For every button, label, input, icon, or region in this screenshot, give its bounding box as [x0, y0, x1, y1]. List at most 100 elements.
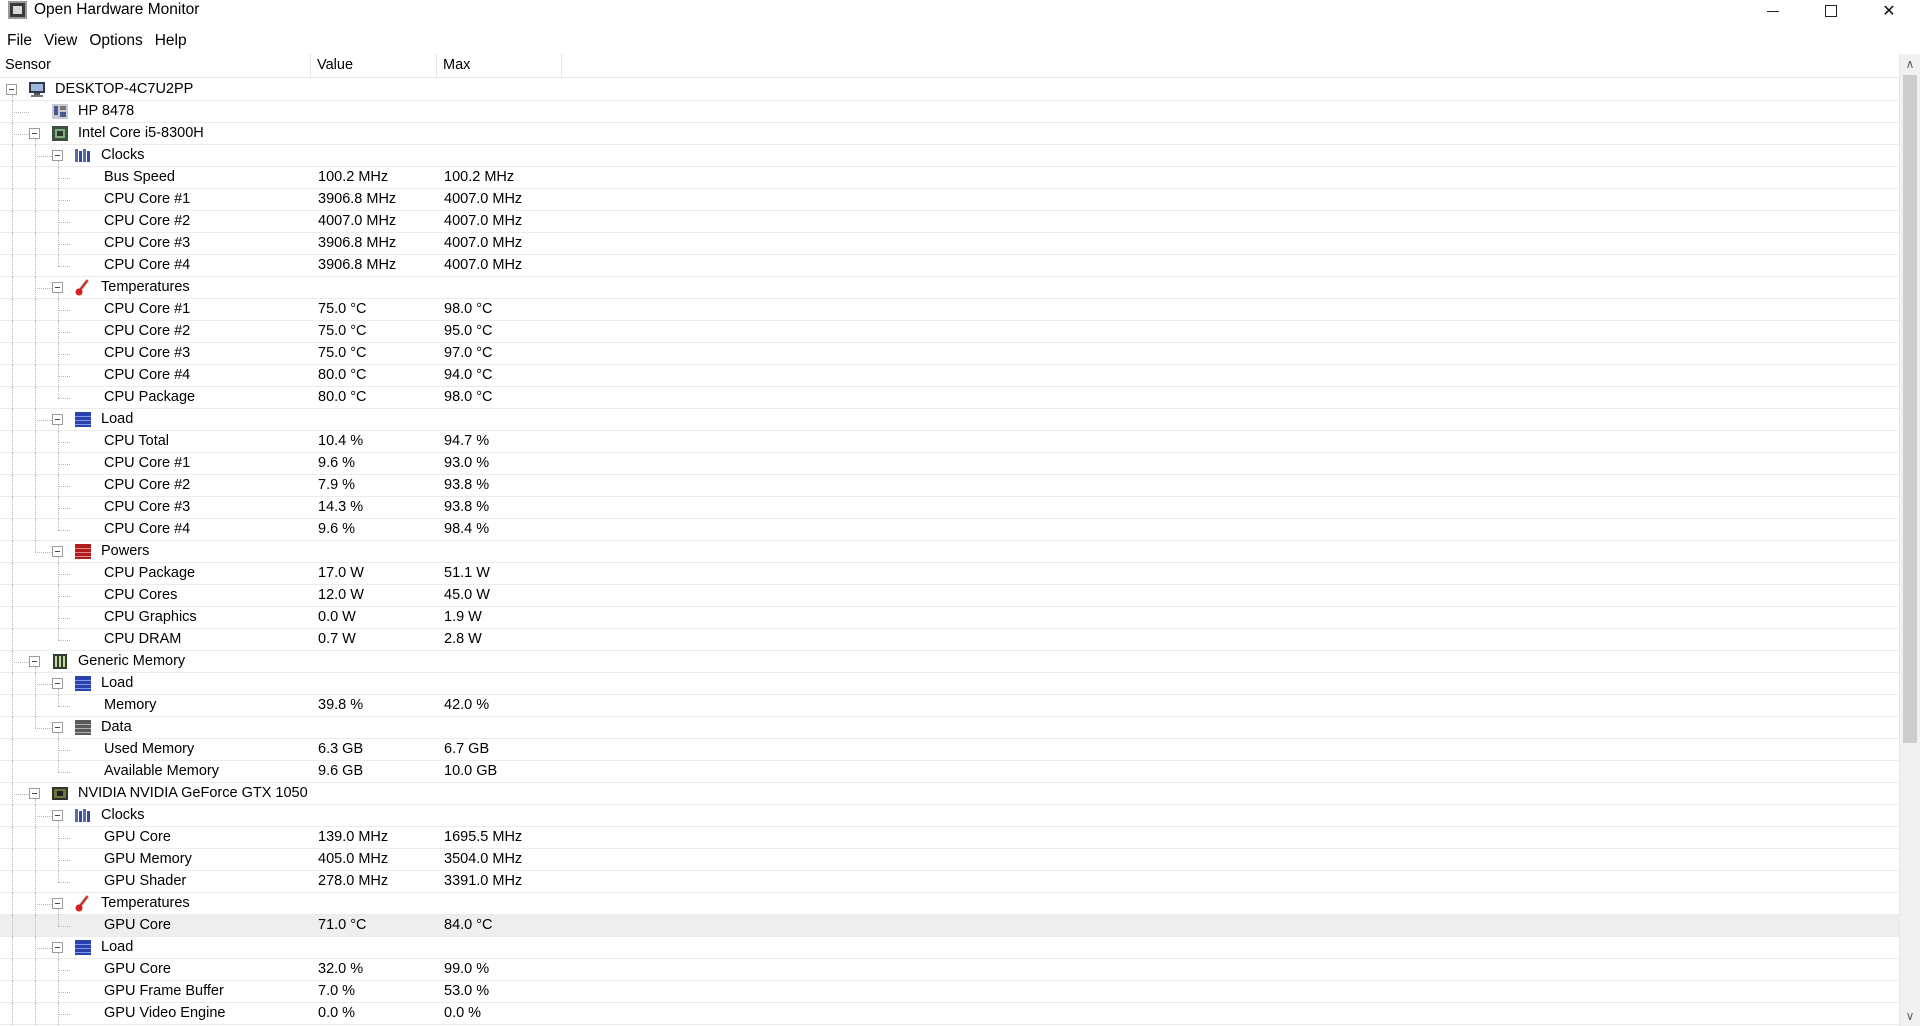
- tree-node-row[interactable]: Data: [0, 717, 1899, 739]
- tree-node-row[interactable]: Load: [0, 937, 1899, 959]
- collapse-toggle-icon[interactable]: [52, 414, 63, 425]
- node-label: CPU Total: [104, 433, 170, 449]
- menu-bar: File View Options Help: [0, 30, 193, 52]
- sensor-value: 9.6 GB: [318, 763, 364, 779]
- sensor-row[interactable]: CPU Core #3 3906.8 MHz 4007.0 MHz: [0, 233, 1899, 255]
- scroll-down-arrow-icon[interactable]: ∨: [1900, 1006, 1920, 1026]
- tree-node-row[interactable]: Clocks: [0, 145, 1899, 167]
- collapse-toggle-icon[interactable]: [52, 898, 63, 909]
- sensor-tree[interactable]: DESKTOP-4C7U2PP HP 8478 Intel Core i5-8300…: [0, 79, 1899, 1026]
- collapse-toggle-icon[interactable]: [52, 810, 63, 821]
- sensor-row[interactable]: CPU DRAM 0.7 W 2.8 W: [0, 629, 1899, 651]
- power-icon: [74, 543, 92, 560]
- tree-node-row[interactable]: Generic Memory: [0, 651, 1899, 673]
- tree-node-row[interactable]: Intel Core i5-8300H: [0, 123, 1899, 145]
- sensor-row[interactable]: CPU Core #2 7.9 % 93.8 %: [0, 475, 1899, 497]
- sensor-row[interactable]: Memory 39.8 % 42.0 %: [0, 695, 1899, 717]
- collapse-toggle-icon[interactable]: [52, 678, 63, 689]
- collapse-toggle-icon[interactable]: [52, 282, 63, 293]
- sensor-row[interactable]: GPU Core 32.0 % 99.0 %: [0, 959, 1899, 981]
- collapse-toggle-icon[interactable]: [52, 722, 63, 733]
- tree-node-row[interactable]: Load: [0, 409, 1899, 431]
- node-label: CPU Core #2: [104, 323, 191, 339]
- menu-file[interactable]: File: [0, 30, 38, 52]
- node-label: GPU Shader: [104, 873, 187, 889]
- sensor-row[interactable]: CPU Core #4 3906.8 MHz 4007.0 MHz: [0, 255, 1899, 277]
- scroll-up-arrow-icon[interactable]: ∧: [1900, 54, 1920, 74]
- sensor-row[interactable]: CPU Core #2 75.0 °C 95.0 °C: [0, 321, 1899, 343]
- node-label: CPU Core #1: [104, 301, 191, 317]
- tree-node-row[interactable]: Powers: [0, 541, 1899, 563]
- tree-node-row[interactable]: Temperatures: [0, 893, 1899, 915]
- node-label: Generic Memory: [78, 653, 186, 669]
- sensor-row[interactable]: GPU Video Engine 0.0 % 0.0 %: [0, 1003, 1899, 1025]
- menu-help[interactable]: Help: [149, 30, 193, 52]
- sensor-row[interactable]: Bus Speed 100.2 MHz 100.2 MHz: [0, 167, 1899, 189]
- sensor-row[interactable]: CPU Cores 12.0 W 45.0 W: [0, 585, 1899, 607]
- tree-node-row[interactable]: Clocks: [0, 805, 1899, 827]
- tree-node-row[interactable]: Load: [0, 673, 1899, 695]
- sensor-row[interactable]: CPU Core #1 3906.8 MHz 4007.0 MHz: [0, 189, 1899, 211]
- title-bar: Open Hardware Monitor ✕: [0, 0, 1920, 22]
- sensor-row[interactable]: CPU Package 80.0 °C 98.0 °C: [0, 387, 1899, 409]
- collapse-toggle-icon[interactable]: [29, 128, 40, 139]
- collapse-toggle-icon[interactable]: [52, 942, 63, 953]
- tree-node-row[interactable]: Temperatures: [0, 277, 1899, 299]
- node-label: GPU Core: [104, 917, 171, 933]
- sensor-row[interactable]: CPU Core #2 4007.0 MHz 4007.0 MHz: [0, 211, 1899, 233]
- sensor-value: 12.0 W: [318, 587, 364, 603]
- clock-icon: [74, 807, 92, 824]
- tree-node-row[interactable]: DESKTOP-4C7U2PP: [0, 79, 1899, 101]
- node-label: Temperatures: [101, 279, 190, 295]
- sensor-value: 278.0 MHz: [318, 873, 389, 889]
- collapse-toggle-icon[interactable]: [6, 84, 17, 95]
- sensor-row[interactable]: GPU Frame Buffer 7.0 % 53.0 %: [0, 981, 1899, 1003]
- sensor-row[interactable]: CPU Core #4 80.0 °C 94.0 °C: [0, 365, 1899, 387]
- node-label: CPU Core #4: [104, 521, 191, 537]
- sensor-value: 0.7 W: [318, 631, 356, 647]
- node-label: Available Memory: [104, 763, 219, 779]
- sensor-row[interactable]: Available Memory 9.6 GB 10.0 GB: [0, 761, 1899, 783]
- node-label: CPU Core #4: [104, 257, 191, 273]
- sensor-row[interactable]: CPU Core #4 9.6 % 98.4 %: [0, 519, 1899, 541]
- cpu-icon: [51, 125, 69, 142]
- sensor-value: 3906.8 MHz: [318, 257, 397, 273]
- sensor-row[interactable]: CPU Core #3 14.3 % 93.8 %: [0, 497, 1899, 519]
- sensor-row[interactable]: Used Memory 6.3 GB 6.7 GB: [0, 739, 1899, 761]
- sensor-row[interactable]: GPU Core 71.0 °C 84.0 °C: [0, 915, 1899, 937]
- sensor-row[interactable]: CPU Core #3 75.0 °C 97.0 °C: [0, 343, 1899, 365]
- sensor-value: 139.0 MHz: [318, 829, 389, 845]
- close-button[interactable]: ✕: [1860, 0, 1918, 22]
- sensor-row[interactable]: GPU Core 139.0 MHz 1695.5 MHz: [0, 827, 1899, 849]
- vertical-scrollbar[interactable]: ∧ ∨: [1899, 54, 1920, 1026]
- node-label: Load: [101, 411, 134, 427]
- menu-options[interactable]: Options: [83, 30, 148, 52]
- sensor-row[interactable]: GPU Shader 278.0 MHz 3391.0 MHz: [0, 871, 1899, 893]
- collapse-toggle-icon[interactable]: [29, 656, 40, 667]
- tree-node-row[interactable]: HP 8478: [0, 101, 1899, 123]
- menu-view[interactable]: View: [38, 30, 83, 52]
- collapse-toggle-icon[interactable]: [52, 150, 63, 161]
- sensor-row[interactable]: GPU Memory 405.0 MHz 3504.0 MHz: [0, 849, 1899, 871]
- collapse-toggle-icon[interactable]: [52, 546, 63, 557]
- column-sensor[interactable]: Sensor: [0, 54, 311, 77]
- scroll-thumb[interactable]: [1903, 75, 1917, 743]
- sensor-value: 100.2 MHz: [318, 169, 389, 185]
- sensor-value: 3906.8 MHz: [318, 191, 397, 207]
- sensor-row[interactable]: CPU Package 17.0 W 51.1 W: [0, 563, 1899, 585]
- sensor-row[interactable]: CPU Core #1 9.6 % 93.0 %: [0, 453, 1899, 475]
- sensor-row[interactable]: CPU Total 10.4 % 94.7 %: [0, 431, 1899, 453]
- column-value[interactable]: Value: [311, 54, 437, 77]
- column-max[interactable]: Max: [437, 54, 562, 77]
- maximize-button[interactable]: [1802, 0, 1860, 22]
- sensor-value: 4007.0 MHz: [318, 213, 397, 229]
- tree-node-row[interactable]: NVIDIA NVIDIA GeForce GTX 1050: [0, 783, 1899, 805]
- collapse-toggle-icon[interactable]: [29, 788, 40, 799]
- sensor-row[interactable]: CPU Graphics 0.0 W 1.9 W: [0, 607, 1899, 629]
- node-label: Clocks: [101, 147, 145, 163]
- sensor-max: 97.0 °C: [444, 345, 493, 361]
- close-icon: ✕: [1882, 3, 1896, 20]
- sensor-row[interactable]: CPU Core #1 75.0 °C 98.0 °C: [0, 299, 1899, 321]
- minimize-button[interactable]: [1744, 0, 1802, 22]
- node-label: Load: [101, 675, 134, 691]
